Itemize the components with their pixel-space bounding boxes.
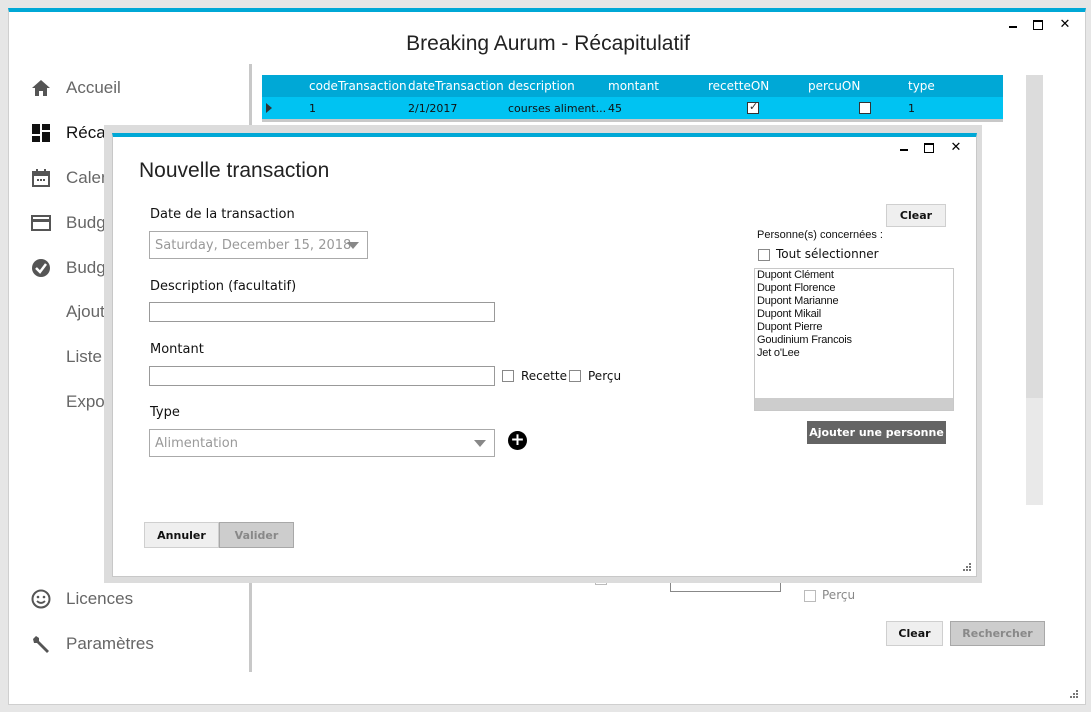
- date-label: Date de la transaction: [150, 207, 295, 222]
- select-all-checkbox[interactable]: [758, 249, 770, 261]
- sidebar-item-licences[interactable]: Licences: [30, 588, 133, 610]
- list-item[interactable]: Jet o'Lee: [755, 347, 953, 360]
- cell-percu-checkbox[interactable]: [859, 102, 871, 114]
- cell-type: 1: [908, 101, 915, 115]
- list-item[interactable]: Dupont Pierre: [755, 321, 953, 334]
- dialog-minimize-button[interactable]: [900, 141, 908, 151]
- grid-header: codeTransaction dateTransaction descript…: [262, 75, 1003, 97]
- column-header[interactable]: description: [508, 79, 575, 93]
- recette-checkbox[interactable]: [502, 370, 514, 382]
- montant-label: Montant: [150, 342, 204, 357]
- validate-button[interactable]: Valider: [219, 522, 294, 548]
- sidebar-item-label: Licences: [66, 589, 134, 608]
- sidebar-item-parametres[interactable]: Paramètres: [30, 633, 154, 655]
- minimize-button[interactable]: [1009, 18, 1017, 28]
- search-clear-button[interactable]: Clear: [886, 621, 943, 646]
- percu-label: Perçu: [588, 369, 622, 383]
- maximize-button[interactable]: [1033, 20, 1043, 30]
- sidebar-item-label: Paramètres: [66, 634, 154, 653]
- close-button[interactable]: ✕: [1059, 18, 1071, 32]
- listbox-horizontal-scrollbar[interactable]: [755, 398, 953, 410]
- home-icon: [30, 77, 52, 99]
- chevron-down-icon: [474, 440, 486, 447]
- dialog-close-button[interactable]: ✕: [950, 141, 962, 155]
- cell-montant: 45: [608, 101, 622, 115]
- check-circle-icon: [30, 257, 52, 279]
- wrench-icon: [30, 633, 52, 655]
- clear-persons-button[interactable]: Clear: [886, 204, 946, 227]
- list-item[interactable]: Dupont Mikail: [755, 308, 953, 321]
- cell-description: courses aliment...: [508, 101, 607, 115]
- dialog-title: Nouvelle transaction: [139, 159, 330, 182]
- app-title: Breaking Aurum - Récapitulatif: [406, 32, 690, 55]
- percu-checkbox[interactable]: [569, 370, 581, 382]
- cell-code: 1: [309, 101, 316, 115]
- persons-label: Personne(s) concernées :: [757, 229, 883, 241]
- column-header[interactable]: dateTransaction: [408, 79, 504, 93]
- list-item[interactable]: Dupont Marianne: [755, 295, 953, 308]
- credit-card-icon: [30, 212, 52, 234]
- sidebar-item-label: Liste: [66, 347, 102, 366]
- transactions-grid: codeTransaction dateTransaction descript…: [262, 75, 1003, 122]
- cell-date: 2/1/2017: [408, 101, 458, 115]
- row-selector-icon: [266, 103, 272, 113]
- search-percu-checkbox[interactable]: [804, 590, 816, 602]
- search-percu-label: Perçu: [822, 588, 856, 602]
- list-item[interactable]: Dupont Clément: [755, 269, 953, 282]
- dashboard-icon: [30, 122, 52, 144]
- column-header[interactable]: recetteON: [708, 79, 769, 93]
- column-header[interactable]: percuON: [808, 79, 860, 93]
- type-select[interactable]: Alimentation: [149, 429, 495, 457]
- persons-listbox[interactable]: Dupont Clément Dupont Florence Dupont Ma…: [754, 268, 954, 411]
- column-header[interactable]: codeTransaction: [309, 79, 407, 93]
- column-header[interactable]: montant: [608, 79, 659, 93]
- window-controls: ✕: [1009, 18, 1071, 32]
- description-input[interactable]: [149, 302, 495, 322]
- recette-label: Recette: [521, 369, 567, 383]
- add-type-icon[interactable]: +: [508, 431, 527, 450]
- type-label: Type: [150, 405, 180, 420]
- dialog-window-controls: ✕: [900, 141, 962, 155]
- add-person-button[interactable]: Ajouter une personne: [807, 421, 946, 444]
- cell-recette-checkbox[interactable]: [747, 100, 759, 114]
- dialog-maximize-button[interactable]: [924, 143, 934, 153]
- search-button[interactable]: Rechercher: [950, 621, 1045, 646]
- type-value: Alimentation: [155, 435, 238, 451]
- date-value: Saturday, December 15, 2018: [155, 237, 352, 253]
- sidebar-item-accueil[interactable]: Accueil: [30, 77, 121, 99]
- select-all-label: Tout sélectionner: [776, 247, 879, 261]
- sidebar-item-label: Accueil: [66, 78, 121, 97]
- dialog-resize-grip[interactable]: [963, 563, 973, 573]
- grid-horizontal-scrollbar[interactable]: [262, 119, 1003, 122]
- table-row[interactable]: 1 2/1/2017 courses aliment... 45 1: [262, 97, 1003, 119]
- calendar-icon: [30, 167, 52, 189]
- sidebar-item-liste[interactable]: Liste: [66, 347, 102, 367]
- smiley-icon: [30, 588, 52, 610]
- list-item[interactable]: Goudinium Francois: [755, 334, 953, 347]
- column-header[interactable]: type: [908, 79, 935, 93]
- date-picker[interactable]: Saturday, December 15, 2018: [149, 231, 368, 259]
- description-label: Description (facultatif): [150, 279, 297, 294]
- montant-input[interactable]: [149, 366, 495, 386]
- window-resize-grip[interactable]: [1070, 690, 1080, 700]
- vertical-scrollbar-track[interactable]: [1026, 398, 1043, 505]
- list-item[interactable]: Dupont Florence: [755, 282, 953, 295]
- cancel-button[interactable]: Annuler: [144, 522, 219, 548]
- chevron-down-icon: [347, 242, 359, 249]
- new-transaction-dialog: ✕ Nouvelle transaction Date de la transa…: [112, 133, 977, 577]
